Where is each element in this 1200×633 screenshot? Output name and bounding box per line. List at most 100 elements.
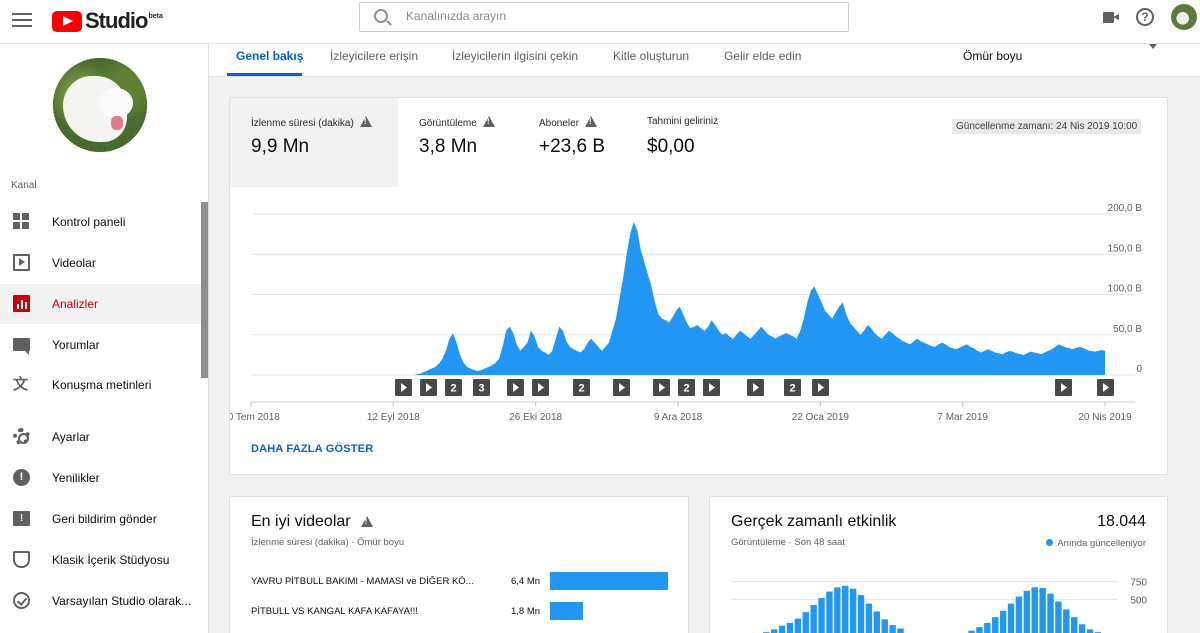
top-video-row[interactable]: YAVRU PİTBULL BAKIMI - MAMASI ve DİĞER K… (251, 572, 671, 590)
realtime-bar (778, 625, 786, 633)
video-publish-marker[interactable] (812, 379, 829, 396)
marker-count: 2 (683, 383, 689, 395)
top-video-row[interactable]: PİTBULL VS KANGAL KAFA KAFAYA!!! 1,8 Mn (251, 602, 671, 620)
metric-label-text: Aboneler (539, 118, 580, 129)
metric-value: $0,00 (647, 136, 695, 157)
sidebar-item-comments[interactable]: Yorumlar (0, 325, 201, 365)
search-input[interactable] (406, 9, 826, 23)
analytics-icon (13, 295, 30, 312)
sidebar-item-label: Analizler (52, 297, 99, 311)
help-icon[interactable]: ? (1136, 8, 1154, 26)
search-icon[interactable] (374, 9, 388, 23)
sidebar-item-send-feedback[interactable]: ! Geri bildirim gönder (0, 499, 201, 539)
tab-reach[interactable]: İzleyicilere erişin (330, 49, 418, 63)
realtime-bar (826, 591, 833, 633)
realtime-bar (999, 610, 1007, 633)
realtime-bar (1007, 603, 1015, 633)
sidebar-item-whats-new[interactable]: ! Yenilikler (0, 458, 201, 498)
y-tick-label: 750 (1130, 578, 1147, 589)
logo-beta-badge: beta (148, 12, 163, 20)
realtime-bar (1078, 624, 1086, 633)
video-publish-marker[interactable] (747, 379, 764, 396)
realtime-bar (794, 618, 802, 633)
warning-icon (359, 116, 372, 127)
sidebar-item-videos[interactable]: Videolar (0, 243, 201, 283)
realtime-title: Gerçek zamanlı etkinlik (731, 513, 897, 530)
metric-revenue[interactable]: Tahmini geliriniz $0,00 (626, 98, 746, 187)
sidebar-item-transcripts[interactable]: 文 Konuşma metinleri (0, 365, 201, 405)
period-selector[interactable]: Ömür boyu (963, 49, 1022, 63)
sidebar-item-settings[interactable]: Ayarlar (0, 417, 201, 457)
realtime-count: 18.044 (1097, 513, 1146, 530)
video-publish-marker[interactable] (613, 379, 630, 396)
video-publish-marker[interactable]: 2 (573, 379, 590, 396)
warning-icon (482, 116, 495, 127)
metric-label: İzlenme süresi (dakika) (251, 116, 372, 129)
tab-audience[interactable]: Kitle oluşturun (613, 49, 689, 63)
show-more-button[interactable]: DAHA FAZLA GÖSTER (251, 443, 373, 455)
account-avatar[interactable] (1171, 4, 1197, 30)
video-publish-marker[interactable] (653, 379, 670, 396)
realtime-bar (818, 597, 825, 633)
video-publish-marker[interactable]: 2 (445, 379, 462, 396)
metric-subscribers[interactable]: Aboneler +23,6 B (518, 98, 626, 187)
sidebar-item-default-studio[interactable]: Varsayılan Studio olarak... (0, 581, 201, 621)
video-publish-marker[interactable] (1097, 379, 1114, 396)
channel-avatar[interactable]: ~~~~~~~~ (53, 58, 147, 152)
realtime-bar (1015, 596, 1023, 633)
x-tick-label: 7 Mar 2019 (937, 412, 988, 423)
metric-watch-time[interactable]: İzlenme süresi (dakika) 9,9 Mn (230, 98, 398, 187)
realtime-bar (889, 625, 896, 633)
video-publish-marker[interactable]: 2 (784, 379, 801, 396)
updated-timestamp: Güncellenme zamanı: 24 Nis 2019 10:00 (952, 119, 1142, 134)
youtube-studio-logo[interactable]: Studio beta (52, 8, 163, 34)
sidebar-item-dashboard[interactable]: Kontrol paneli (0, 202, 201, 242)
marker-count: 2 (789, 383, 795, 395)
feedback-icon: ! (13, 511, 30, 526)
realtime-bar (786, 622, 794, 633)
x-tick-label: 22 Oca 2019 (792, 412, 850, 423)
sidebar: ~~~~~~~~ Kanal Kontrol paneli Videolar A… (0, 44, 209, 633)
video-publish-marker[interactable] (1055, 379, 1072, 396)
video-publish-marker[interactable] (395, 379, 412, 396)
tab-revenue[interactable]: Gelir elde edin (724, 49, 801, 63)
sidebar-item-analytics[interactable]: Analizler (0, 284, 201, 324)
realtime-bar (984, 622, 991, 633)
sidebar-item-classic-studio[interactable]: Klasik İçerik Stüdyosu (0, 540, 201, 580)
marker-count: 2 (578, 383, 584, 395)
sidebar-item-label: Kontrol paneli (52, 215, 126, 229)
metric-views[interactable]: Görüntüleme 3,8 Mn (398, 98, 518, 187)
sidebar-scrollbar[interactable] (201, 202, 208, 378)
sidebar-item-label: Yenilikler (52, 471, 100, 485)
sidebar-item-label: Varsayılan Studio olarak... (52, 594, 192, 608)
warning-icon (585, 116, 598, 127)
video-publish-marker[interactable]: 3 (473, 379, 490, 396)
video-publish-marker[interactable] (703, 379, 720, 396)
alert-badge-icon: ! (13, 469, 30, 486)
video-title: YAVRU PİTBULL BAKIMI - MAMASI ve DİĞER K… (251, 576, 474, 587)
video-publish-marker[interactable] (532, 379, 549, 396)
create-video-icon[interactable] (1103, 12, 1119, 23)
video-publish-marker[interactable]: 2 (678, 379, 695, 396)
video-publish-marker[interactable] (507, 379, 524, 396)
realtime-live-indicator: Anında güncelleniyor (1046, 538, 1146, 549)
realtime-bar (865, 603, 873, 633)
x-tick-label: 26 Eki 2018 (509, 412, 562, 423)
realtime-bar (992, 617, 999, 633)
realtime-bar (857, 595, 865, 633)
video-publish-marker[interactable] (420, 379, 437, 396)
y-tick-label: 100,0 B (1108, 284, 1143, 295)
realtime-bar (834, 587, 841, 633)
realtime-bar (1055, 601, 1062, 633)
chevron-down-icon[interactable] (1149, 44, 1157, 49)
realtime-bar (881, 619, 888, 633)
tab-engagement[interactable]: İzleyicilerin ilgisini çekin (452, 49, 578, 63)
search-box[interactable] (359, 2, 849, 32)
watch-time-chart: 200,0 B 150,0 B 100,0 B 50,0 B 0 2 3 2 2 2 30 Tem … (230, 203, 1143, 423)
metric-label: Görüntüleme (419, 116, 495, 129)
active-tab-indicator (227, 73, 302, 76)
tab-overview[interactable]: Genel bakış (236, 49, 303, 63)
menu-icon[interactable] (12, 10, 32, 30)
sidebar-item-label: Yorumlar (52, 338, 100, 352)
realtime-bar (842, 585, 849, 633)
